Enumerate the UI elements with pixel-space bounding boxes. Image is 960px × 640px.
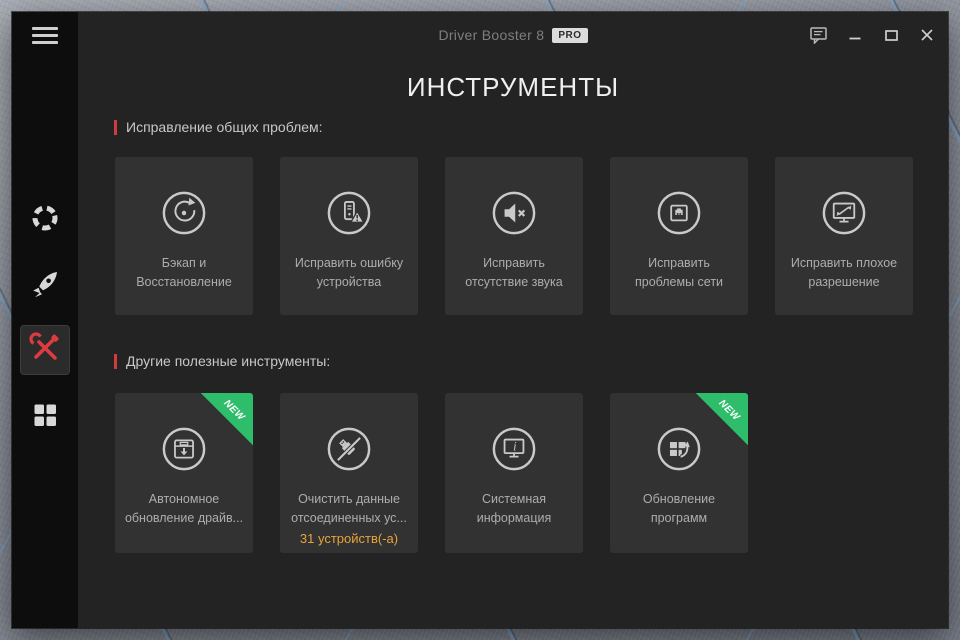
- section-label: Исправление общих проблем:: [126, 119, 323, 135]
- menu-icon[interactable]: [30, 25, 60, 45]
- sidebar-item-scan[interactable]: [20, 195, 70, 245]
- new-ribbon: NEW: [201, 393, 253, 445]
- tool-card-label: Очистить данные отсоединенных ус...31 ус…: [284, 490, 414, 548]
- section-accent-bar: [114, 120, 117, 135]
- section-header-other-tools: Другие полезные инструменты:: [114, 353, 330, 369]
- section-header-common-problems: Исправление общих проблем:: [114, 119, 323, 135]
- tool-card-label: Автономное обновление драйв...: [119, 490, 249, 528]
- sidebar-item-boost[interactable]: [20, 262, 70, 312]
- tool-card-backup-restore[interactable]: Бэкап и Восстановление: [115, 157, 253, 315]
- screen-resolution-icon: [821, 190, 867, 236]
- tool-card-label: Системная информация: [449, 490, 579, 528]
- feedback-icon[interactable]: [808, 24, 830, 46]
- sidebar: [12, 12, 78, 628]
- tool-card-label: Исправить ошибку устройства: [284, 254, 414, 292]
- sidebar-item-tools[interactable]: [20, 325, 70, 375]
- maximize-icon[interactable]: [880, 24, 902, 46]
- no-sound-icon: [491, 190, 537, 236]
- tool-card-fix-resolution[interactable]: Исправить плохое разрешение: [775, 157, 913, 315]
- pro-badge: PRO: [552, 28, 587, 43]
- desktop-wallpaper: Driver Booster 8 PRO: [0, 0, 960, 640]
- tool-card-label: Бэкап и Восстановление: [119, 254, 249, 292]
- close-icon[interactable]: [916, 24, 938, 46]
- sidebar-item-action-center[interactable]: [20, 392, 70, 442]
- section-accent-bar: [114, 354, 117, 369]
- app-title: Driver Booster 8: [438, 27, 544, 43]
- new-ribbon: NEW: [696, 393, 748, 445]
- rocket-icon: [30, 270, 60, 305]
- tool-card-label: Исправить отсутствие звука: [449, 254, 579, 292]
- driver-booster-window: Driver Booster 8 PRO: [12, 12, 948, 628]
- tool-card-label: Исправить плохое разрешение: [779, 254, 909, 292]
- tool-card-label: Исправить проблемы сети: [614, 254, 744, 292]
- tool-card-offline-driver-update[interactable]: Автономное обновление драйв... NEW: [115, 393, 253, 553]
- tool-card-software-update[interactable]: Обновление программ NEW: [610, 393, 748, 553]
- device-error-icon: [326, 190, 372, 236]
- scan-ring-icon: [30, 203, 60, 238]
- device-count: 31 устройств(-а): [284, 529, 414, 548]
- system-info-icon: i: [491, 426, 537, 472]
- tool-card-label: Обновление программ: [614, 490, 744, 528]
- backup-restore-icon: [161, 190, 207, 236]
- tool-card-fix-device-error[interactable]: Исправить ошибку устройства: [280, 157, 418, 315]
- section-label: Другие полезные инструменты:: [126, 353, 330, 369]
- minimize-icon[interactable]: [844, 24, 866, 46]
- tools-icon: [29, 332, 61, 369]
- titlebar: Driver Booster 8 PRO: [78, 12, 948, 58]
- tool-card-fix-network[interactable]: Исправить проблемы сети: [610, 157, 748, 315]
- tool-card-clean-disconnected-devices[interactable]: Очистить данные отсоединенных ус...31 ус…: [280, 393, 418, 553]
- tool-card-system-information[interactable]: i Системная информация: [445, 393, 583, 553]
- usb-disconnect-icon: [326, 426, 372, 472]
- tool-card-fix-no-sound[interactable]: Исправить отсутствие звука: [445, 157, 583, 315]
- network-port-icon: [656, 190, 702, 236]
- page-title: ИНСТРУМЕНТЫ: [78, 72, 948, 103]
- svg-text:i: i: [513, 440, 517, 454]
- grid-icon: [31, 401, 59, 434]
